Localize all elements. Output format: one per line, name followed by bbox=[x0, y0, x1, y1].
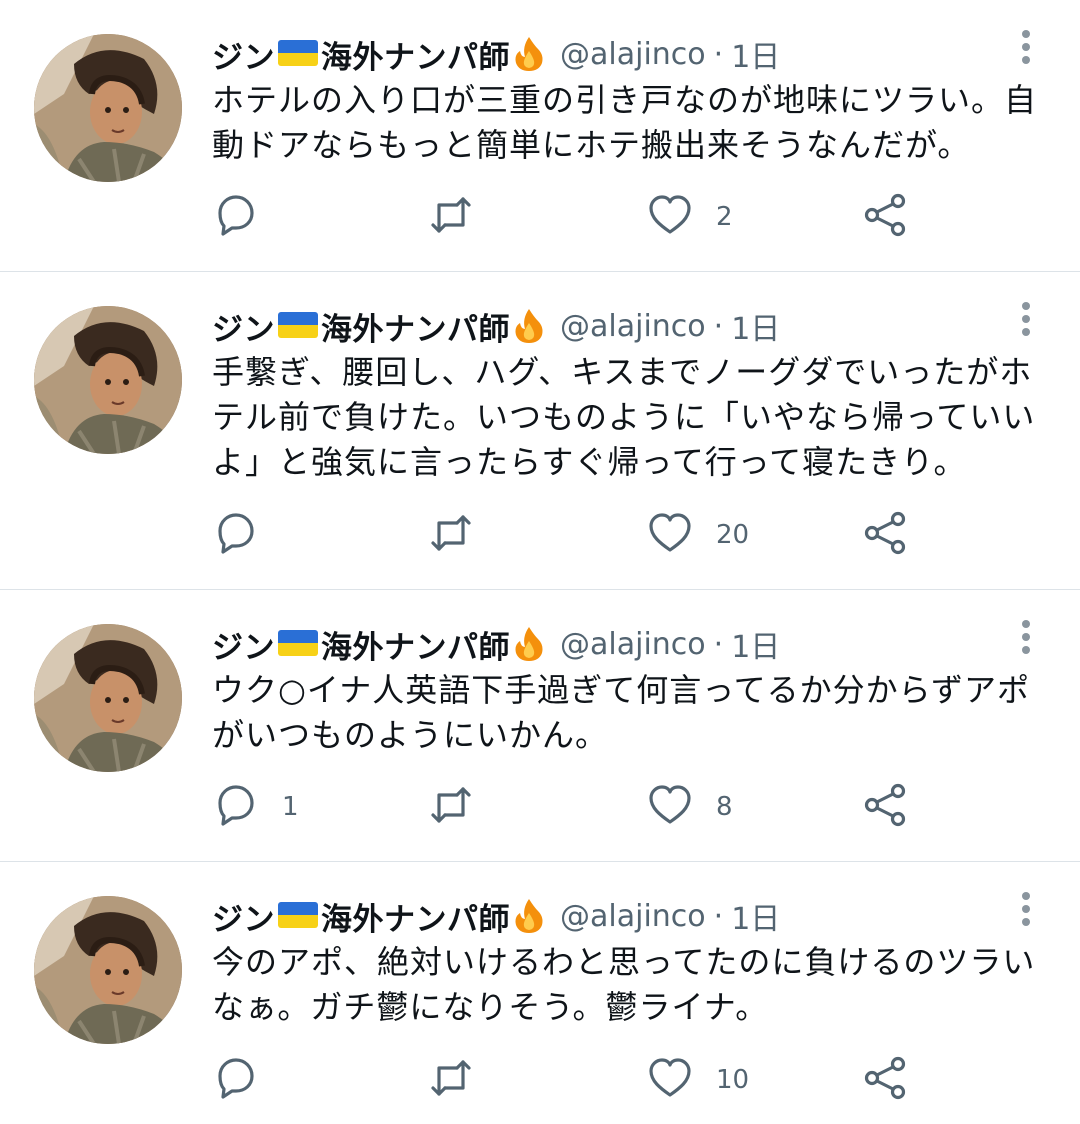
share-icon bbox=[862, 1054, 910, 1106]
more-options-icon[interactable] bbox=[1016, 302, 1036, 342]
reply-button[interactable] bbox=[212, 1055, 282, 1105]
username-handle[interactable]: @alajinco bbox=[560, 627, 706, 662]
timestamp[interactable]: 1日 bbox=[731, 32, 780, 76]
fire-icon bbox=[512, 35, 546, 73]
reply-button[interactable]: 1 bbox=[212, 782, 299, 832]
username-handle[interactable]: @alajinco bbox=[560, 37, 706, 72]
reply-icon bbox=[212, 1054, 260, 1106]
ukraine-flag-icon bbox=[278, 312, 318, 338]
reply-icon bbox=[212, 191, 260, 243]
heart-icon bbox=[646, 1054, 694, 1106]
share-icon bbox=[862, 509, 910, 561]
timestamp[interactable]: 1日 bbox=[731, 304, 780, 348]
tweet-text-line: よ」と強気に言ったらすぐ帰って行って寝たきり。 bbox=[212, 443, 967, 481]
separator-dot: · bbox=[713, 626, 724, 662]
reply-button[interactable] bbox=[212, 510, 282, 560]
retweet-icon bbox=[427, 191, 475, 243]
tweet-actions: 20 bbox=[212, 510, 932, 560]
tweet-header: ジン 海外ナンパ師 @alajinco · 1日 bbox=[212, 894, 780, 938]
like-count: 20 bbox=[716, 520, 750, 550]
retweet-icon bbox=[427, 781, 475, 833]
tweet-text-line: 動ドアならもっと簡単にホテ搬出来そうなんだが。 bbox=[212, 126, 971, 164]
display-name[interactable]: ジン bbox=[212, 622, 275, 667]
like-button[interactable]: 8 bbox=[646, 782, 733, 832]
separator-dot: · bbox=[713, 36, 724, 72]
heart-icon bbox=[646, 781, 694, 833]
tweet-header: ジン 海外ナンパ師 @alajinco · 1日 bbox=[212, 622, 780, 666]
tweet-text: ウク○イナ人英語下手過ぎて何言ってるか分からずアポ がいつものようにいかん。 bbox=[212, 668, 1042, 758]
tweet-text-line: なぁ。ガチ鬱になりそう。鬱ライナ。 bbox=[212, 988, 769, 1026]
share-icon bbox=[862, 191, 910, 243]
more-options-icon[interactable] bbox=[1016, 892, 1036, 932]
heart-icon bbox=[646, 509, 694, 561]
retweet-icon bbox=[427, 509, 475, 561]
tweet[interactable]: ジン 海外ナンパ師 @alajinco · 1日 ウク○イナ人英語下手過ぎて何言… bbox=[0, 590, 1080, 862]
tweet-text-line: ウク○イナ人英語下手過ぎて何言ってるか分からずアポ bbox=[212, 671, 1031, 709]
separator-dot: · bbox=[713, 898, 724, 934]
retweet-button[interactable] bbox=[427, 782, 497, 832]
display-name[interactable]: ジン bbox=[212, 894, 275, 939]
retweet-button[interactable] bbox=[427, 1055, 497, 1105]
tweet-text-line: がいつものようにいかん。 bbox=[212, 716, 609, 754]
reply-count: 1 bbox=[282, 792, 299, 822]
heart-icon bbox=[646, 191, 694, 243]
tweet-text-line: テル前で負けた。いつものように「いやなら帰っていい bbox=[212, 398, 1036, 436]
tweet-text: ホテルの入り口が三重の引き戸なのが地味にツラい。自 動ドアならもっと簡単にホテ搬出… bbox=[212, 78, 1042, 168]
avatar[interactable] bbox=[34, 306, 182, 454]
retweet-button[interactable] bbox=[427, 192, 497, 242]
tweet-actions: 10 bbox=[212, 1055, 932, 1105]
username-handle[interactable]: @alajinco bbox=[560, 309, 706, 344]
share-button[interactable] bbox=[862, 1055, 910, 1105]
fire-icon bbox=[512, 625, 546, 663]
reply-icon bbox=[212, 781, 260, 833]
like-button[interactable]: 10 bbox=[646, 1055, 749, 1105]
like-count: 10 bbox=[716, 1065, 750, 1095]
like-button[interactable]: 20 bbox=[646, 510, 749, 560]
tweet[interactable]: ジン 海外ナンパ師 @alajinco · 1日 手繋ぎ、腰回し、ハグ、キスまで… bbox=[0, 272, 1080, 590]
timestamp[interactable]: 1日 bbox=[731, 894, 780, 938]
retweet-icon bbox=[427, 1054, 475, 1106]
tweet[interactable]: ジン 海外ナンパ師 @alajinco · 1日 ホテルの入り口が三重の引き戸な… bbox=[0, 0, 1080, 272]
share-icon bbox=[862, 781, 910, 833]
like-count: 8 bbox=[716, 792, 733, 822]
avatar[interactable] bbox=[34, 624, 182, 772]
display-name-suffix[interactable]: 海外ナンパ師 bbox=[321, 622, 510, 667]
tweet-actions: 1 8 bbox=[212, 782, 932, 832]
tweet-text-line: 今のアポ、絶対いけるわと思ってたのに負けるのツラい bbox=[212, 943, 1036, 981]
reply-icon bbox=[212, 509, 260, 561]
fire-icon bbox=[512, 897, 546, 935]
share-button[interactable] bbox=[862, 782, 910, 832]
tweet-text-line: 手繋ぎ、腰回し、ハグ、キスまでノーグダでいったがホ bbox=[212, 353, 1033, 391]
more-options-icon[interactable] bbox=[1016, 620, 1036, 660]
retweet-button[interactable] bbox=[427, 510, 497, 560]
tweet-text: 今のアポ、絶対いけるわと思ってたのに負けるのツラい なぁ。ガチ鬱になりそう。鬱ライ… bbox=[212, 940, 1042, 1030]
display-name-suffix[interactable]: 海外ナンパ師 bbox=[321, 894, 510, 939]
ukraine-flag-icon bbox=[278, 40, 318, 66]
share-button[interactable] bbox=[862, 192, 910, 242]
tweet[interactable]: ジン 海外ナンパ師 @alajinco · 1日 今のアポ、絶対いけるわと思って… bbox=[0, 862, 1080, 1124]
share-button[interactable] bbox=[862, 510, 910, 560]
timestamp[interactable]: 1日 bbox=[731, 622, 780, 666]
display-name-suffix[interactable]: 海外ナンパ師 bbox=[321, 304, 510, 349]
tweet-text: 手繋ぎ、腰回し、ハグ、キスまでノーグダでいったがホ テル前で負けた。いつものように… bbox=[212, 350, 1042, 485]
separator-dot: · bbox=[713, 308, 724, 344]
tweet-header: ジン 海外ナンパ師 @alajinco · 1日 bbox=[212, 304, 780, 348]
reply-button[interactable] bbox=[212, 192, 282, 242]
display-name[interactable]: ジン bbox=[212, 32, 275, 77]
like-count: 2 bbox=[716, 202, 733, 232]
tweet-text-line: ホテルの入り口が三重の引き戸なのが地味にツラい。自 bbox=[212, 81, 1038, 119]
ukraine-flag-icon bbox=[278, 630, 318, 656]
avatar[interactable] bbox=[34, 896, 182, 1044]
ukraine-flag-icon bbox=[278, 902, 318, 928]
tweet-actions: 2 bbox=[212, 192, 932, 242]
fire-icon bbox=[512, 307, 546, 345]
more-options-icon[interactable] bbox=[1016, 30, 1036, 70]
like-button[interactable]: 2 bbox=[646, 192, 733, 242]
display-name[interactable]: ジン bbox=[212, 304, 275, 349]
tweet-header: ジン 海外ナンパ師 @alajinco · 1日 bbox=[212, 32, 780, 76]
username-handle[interactable]: @alajinco bbox=[560, 899, 706, 934]
avatar[interactable] bbox=[34, 34, 182, 182]
display-name-suffix[interactable]: 海外ナンパ師 bbox=[321, 32, 510, 77]
